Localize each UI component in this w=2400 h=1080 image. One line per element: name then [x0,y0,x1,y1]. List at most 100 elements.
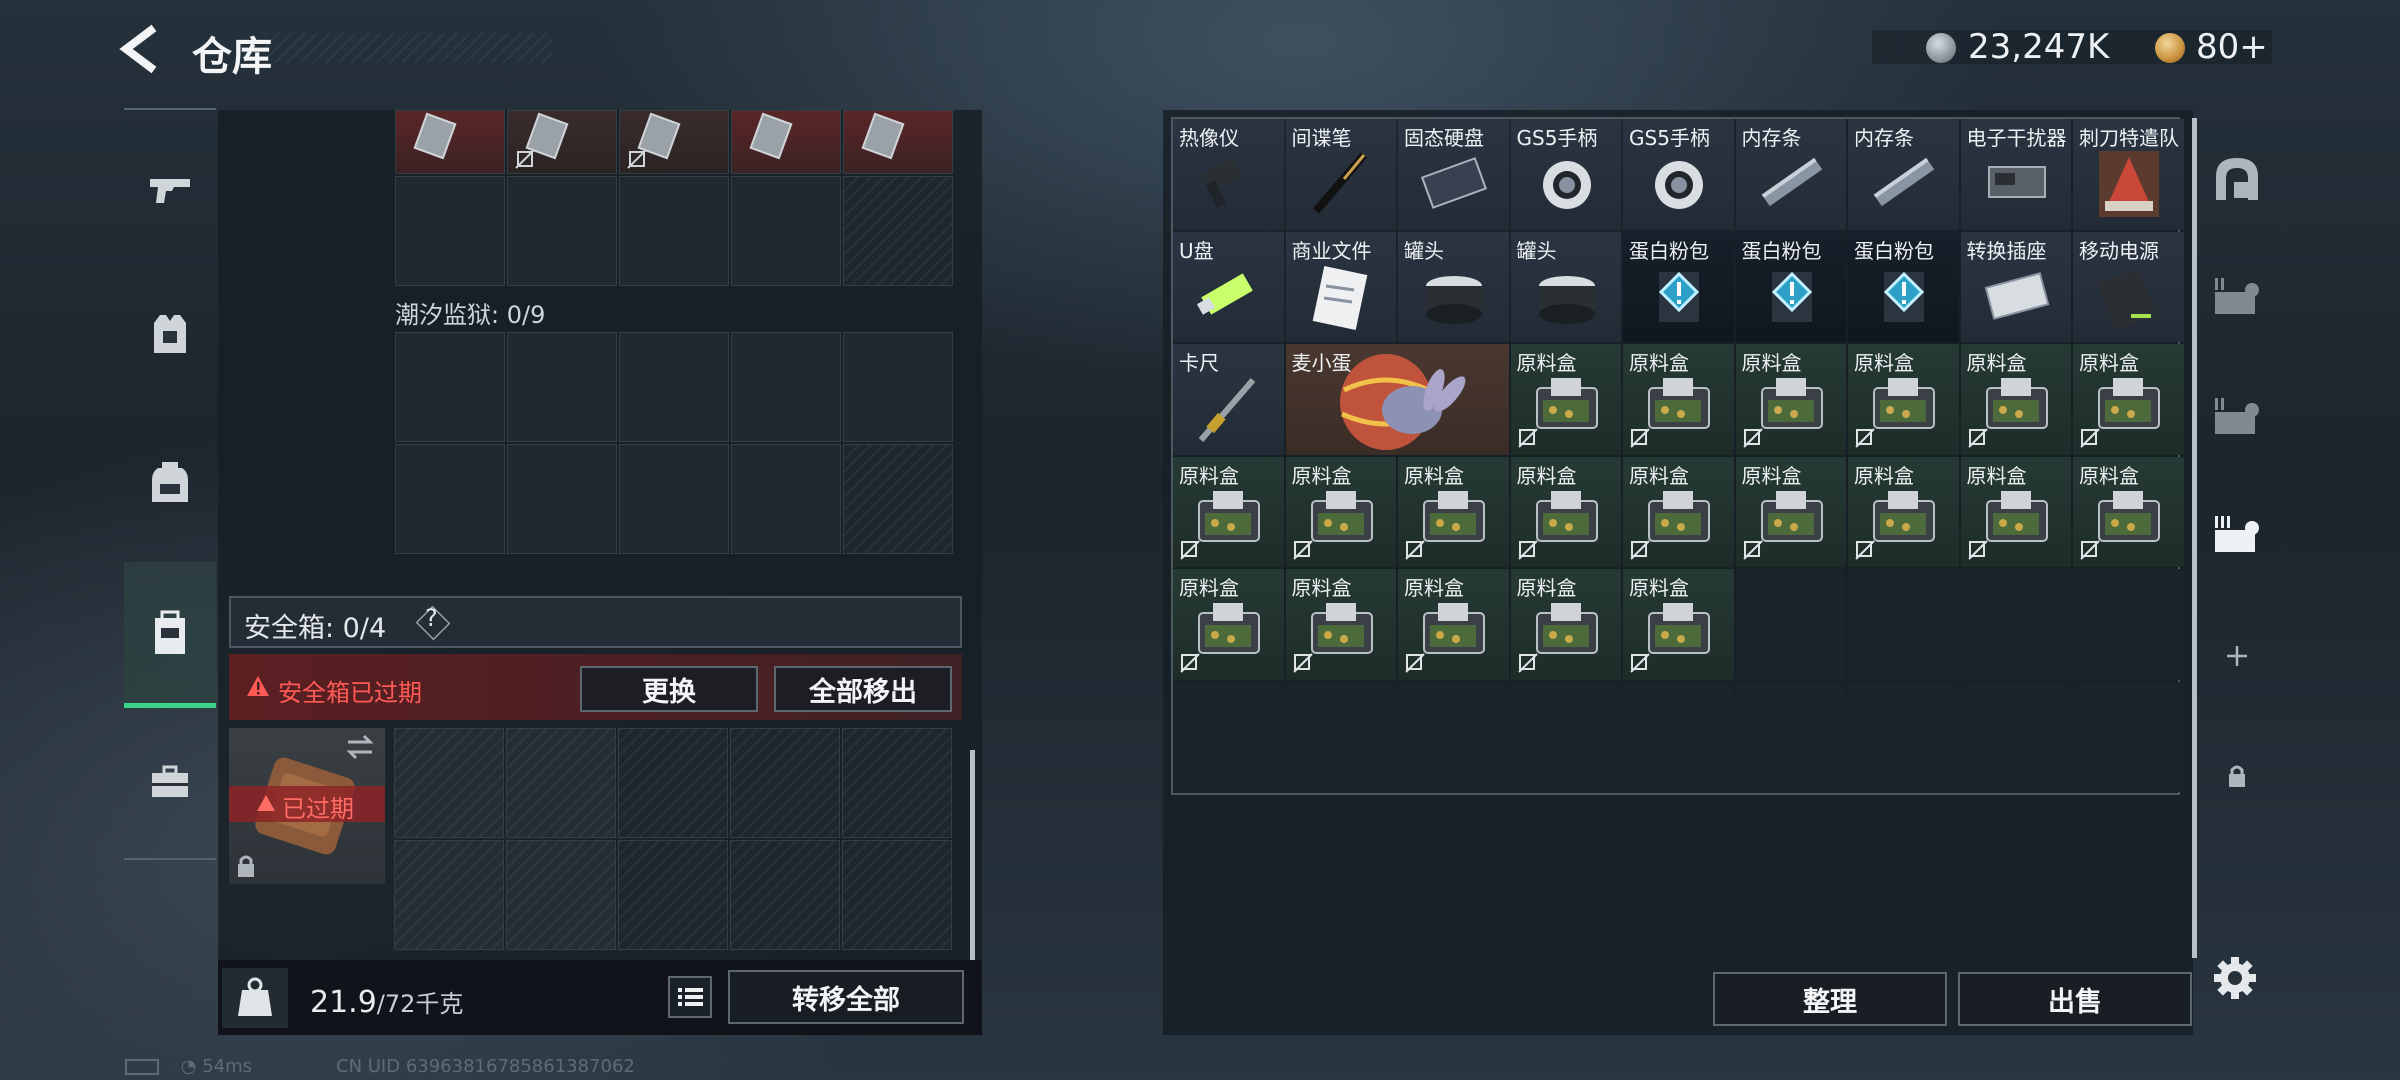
stash-item[interactable]: 原料盒 [1510,344,1621,455]
stash-item[interactable]: GS5手柄 [1623,119,1734,230]
stash-item[interactable]: 原料盒 [1510,456,1621,567]
nav-backpack[interactable] [124,422,216,542]
title-decoration [265,33,552,63]
stash-item[interactable]: 刺刀特遣队 [2073,119,2184,230]
stash-item[interactable]: 内存条 [1848,119,1959,230]
grid-slot[interactable] [1960,569,2071,680]
stash-item[interactable]: 原料盒 [1735,456,1846,567]
stash-item[interactable]: 固态硬盘 [1398,119,1509,230]
nav-briefcase[interactable] [124,722,216,842]
nav-weapons[interactable] [124,130,216,250]
stash-item[interactable]: 电子干扰器 [1960,119,2071,230]
stash-item[interactable]: 原料盒 [1848,456,1959,567]
stash-item[interactable]: 罐头 [1510,231,1621,342]
grid-slot[interactable] [731,176,841,286]
stash-item-label: GS5手柄 [1629,126,1710,150]
grid-slot[interactable] [619,444,729,554]
stash-item[interactable]: 原料盒 [1173,456,1284,567]
stash-item[interactable]: 原料盒 [1173,569,1284,680]
grid-slot[interactable] [1960,681,2071,792]
grid-slot[interactable] [395,332,505,442]
stash-item[interactable]: 转换插座 [1960,231,2071,342]
grid-slot[interactable] [507,176,617,286]
stash-item[interactable]: 原料盒 [1623,569,1734,680]
stash-item[interactable]: 卡尺 [1173,344,1284,455]
stash-item[interactable]: U盘 [1173,231,1284,342]
gold-balance[interactable]: 80+ [2196,27,2268,67]
back-button[interactable] [118,24,168,74]
grid-slot[interactable] [395,444,505,554]
grid-slot[interactable] [507,332,617,442]
grid-slot[interactable] [1848,681,1959,792]
stash-item[interactable]: 罐头 [1398,231,1509,342]
grid-slot[interactable] [506,728,616,838]
transfer-all-button[interactable]: 转移全部 [728,970,964,1024]
spy-pen-icon [1312,152,1367,214]
grid-slot[interactable] [2073,681,2184,792]
swap-icon[interactable] [344,734,376,760]
tab-stash-3[interactable] [2200,486,2274,582]
grid-slot[interactable] [395,176,505,286]
grid-slot[interactable] [1735,569,1846,680]
grid-slot[interactable] [1735,681,1846,792]
list-view-button[interactable] [668,976,712,1018]
grid-slot[interactable] [394,728,504,838]
grid-slot[interactable] [1285,681,1396,792]
grid-slot[interactable] [731,332,841,442]
no-trade-icon [1630,540,1650,560]
stash-item[interactable]: 原料盒 [2073,456,2184,567]
grid-slot[interactable] [507,444,617,554]
grid-slot-blocked [842,728,952,838]
stash-item[interactable]: 原料盒 [1960,344,2071,455]
tab-locked[interactable] [2200,728,2274,824]
stash-item[interactable]: 间谍笔 [1285,119,1396,230]
stash-item[interactable]: 麦小蛋 [1285,344,1509,455]
grid-slot[interactable] [1510,681,1621,792]
stash-item[interactable]: 蛋白粉包 [1623,231,1734,342]
stash-item[interactable]: 原料盒 [2073,344,2184,455]
tab-stash-1[interactable] [2200,248,2274,344]
tab-equipment[interactable] [2200,130,2274,226]
tidy-button[interactable]: 整理 [1713,972,1947,1026]
grid-slot[interactable] [1398,681,1509,792]
stash-item[interactable]: 原料盒 [1960,456,2071,567]
stash-item[interactable]: 商业文件 [1285,231,1396,342]
move-all-out-button[interactable]: 全部移出 [774,666,952,712]
replace-button[interactable]: 更换 [580,666,758,712]
stash-item-label: 原料盒 [1404,576,1464,600]
stash-item[interactable]: 原料盒 [1398,456,1509,567]
grid-slot[interactable] [506,840,616,950]
stash-item[interactable]: 原料盒 [1398,569,1509,680]
grid-slot[interactable] [619,332,729,442]
grid-slot[interactable] [619,176,729,286]
stash-item[interactable]: 热像仪 [1173,119,1284,230]
stash-item[interactable]: 蛋白粉包 [1735,231,1846,342]
grid-slot[interactable] [1848,569,1959,680]
tab-add[interactable] [2200,608,2274,704]
grid-slot[interactable] [843,332,953,442]
stash-item[interactable]: 原料盒 [1510,569,1621,680]
tab-stash-2[interactable] [2200,368,2274,464]
stash-item[interactable]: 移动电源 [2073,231,2184,342]
stash-item[interactable]: 原料盒 [1285,456,1396,567]
grid-slot[interactable] [731,444,841,554]
stash-item[interactable]: 原料盒 [1623,344,1734,455]
stash-item[interactable]: 蛋白粉包 [1848,231,1959,342]
grid-slot[interactable] [2073,569,2184,680]
loadout-scrollbar[interactable] [970,750,975,960]
grid-slot[interactable] [1173,681,1284,792]
stash-item[interactable]: 原料盒 [1623,456,1734,567]
grid-slot[interactable] [1623,681,1734,792]
settings-gear-icon[interactable] [2212,955,2258,1001]
stash-item[interactable]: 内存条 [1735,119,1846,230]
nav-armor[interactable] [124,275,216,395]
stash-scrollbar[interactable] [2192,118,2197,958]
stash-item[interactable]: GS5手柄 [1510,119,1621,230]
stash-item[interactable]: 原料盒 [1848,344,1959,455]
stash-item[interactable]: 原料盒 [1285,569,1396,680]
stash-item-label: 内存条 [1854,126,1914,150]
grid-slot[interactable] [394,840,504,950]
stash-item[interactable]: 原料盒 [1735,344,1846,455]
sell-button[interactable]: 出售 [1958,972,2192,1026]
nav-safe-case[interactable] [124,562,216,708]
